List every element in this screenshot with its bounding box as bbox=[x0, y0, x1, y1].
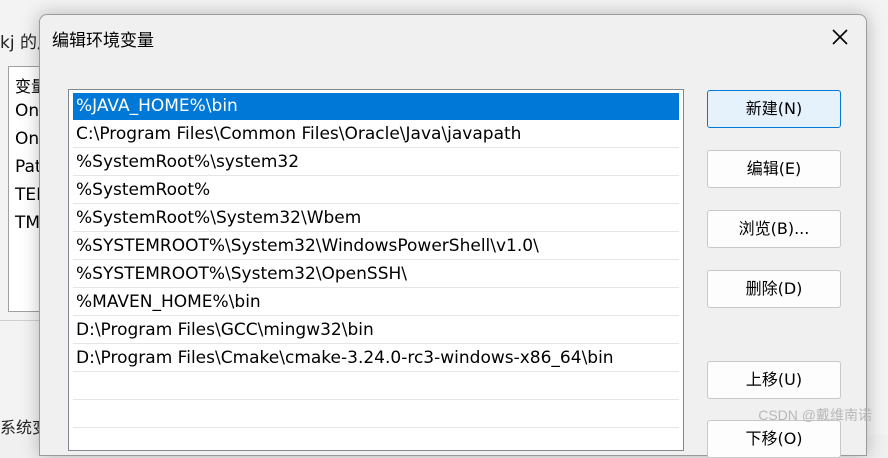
path-list-item[interactable]: %MAVEN_HOME%\bin bbox=[73, 289, 679, 316]
user-variable-row[interactable]: Pat bbox=[15, 157, 42, 177]
path-list[interactable]: %JAVA_HOME%\bin C:\Program Files\Common … bbox=[68, 89, 684, 451]
path-list-item-empty[interactable] bbox=[73, 429, 679, 450]
move-down-button[interactable]: 下移(O) bbox=[707, 420, 841, 458]
user-variable-row[interactable]: On bbox=[15, 101, 39, 121]
watermark: CSDN @戴维南诺 bbox=[758, 407, 872, 423]
path-list-item-empty[interactable] bbox=[73, 401, 679, 428]
path-list-item[interactable]: %SYSTEMROOT%\System32\OpenSSH\ bbox=[73, 261, 679, 288]
dialog-title: 编辑环境变量 bbox=[52, 31, 154, 51]
edit-button[interactable]: 编辑(E) bbox=[707, 150, 841, 188]
path-list-item[interactable]: D:\Program Files\Cmake\cmake-3.24.0-rc3-… bbox=[73, 345, 679, 372]
path-list-item[interactable]: %SystemRoot%\System32\Wbem bbox=[73, 205, 679, 232]
user-variable-row[interactable]: TEI bbox=[15, 185, 41, 205]
new-button[interactable]: 新建(N) bbox=[707, 90, 841, 128]
edit-environment-variable-dialog: 编辑环境变量 %JAVA_HOME%\bin C:\Program Files\… bbox=[39, 14, 867, 458]
close-button[interactable] bbox=[828, 25, 852, 49]
path-list-item[interactable]: %SYSTEMROOT%\System32\WindowsPowerShell\… bbox=[73, 233, 679, 260]
browse-button[interactable]: 浏览(B)... bbox=[707, 210, 841, 248]
path-list-item[interactable]: C:\Program Files\Common Files\Oracle\Jav… bbox=[73, 121, 679, 148]
user-variable-row[interactable]: TM bbox=[15, 213, 40, 233]
path-list-item[interactable]: D:\Program Files\GCC\mingw32\bin bbox=[73, 317, 679, 344]
path-list-item[interactable]: %JAVA_HOME%\bin bbox=[73, 93, 679, 120]
user-variable-row[interactable]: On bbox=[15, 129, 39, 149]
close-icon bbox=[832, 29, 848, 45]
move-up-button[interactable]: 上移(U) bbox=[707, 361, 841, 399]
path-list-item[interactable]: %SystemRoot%\system32 bbox=[73, 149, 679, 176]
path-list-item-empty[interactable] bbox=[73, 373, 679, 400]
delete-button[interactable]: 删除(D) bbox=[707, 270, 841, 308]
path-list-item[interactable]: %SystemRoot% bbox=[73, 177, 679, 204]
